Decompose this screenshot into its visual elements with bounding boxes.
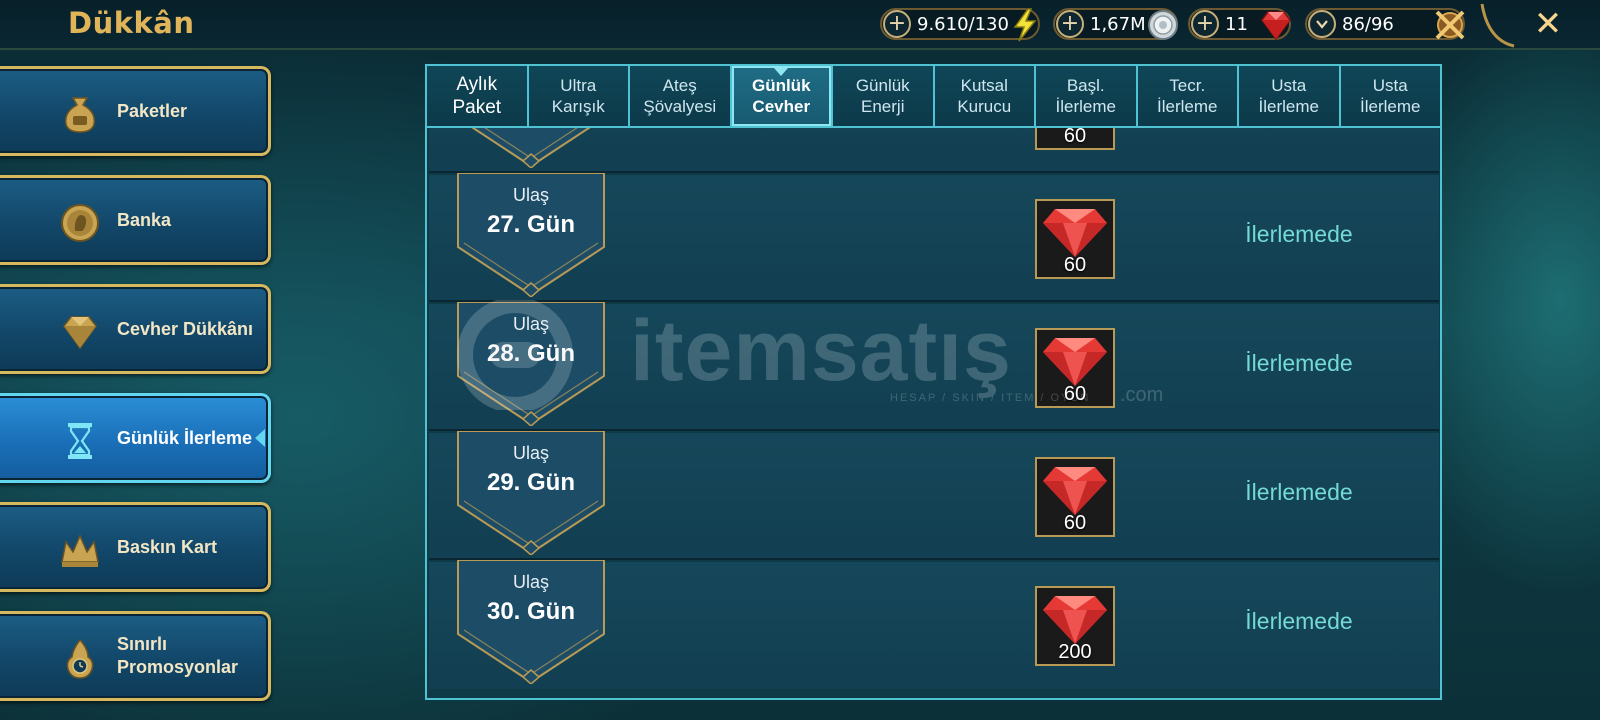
tab-kutsal-kurucu[interactable]: Kutsal Kurucu [934, 66, 1036, 128]
reward-amount: 60 [1063, 254, 1087, 276]
day-label: 27. Gün [486, 211, 576, 238]
silver-coin-icon [1144, 6, 1182, 44]
tab-gunluk-cevher[interactable]: Günlük Cevher [731, 66, 833, 128]
active-indicator-notch [255, 429, 265, 447]
reward-item[interactable]: 60 [1035, 328, 1115, 408]
day-label: 28. Gün [486, 340, 576, 367]
status-label: İlerlemede [1245, 479, 1353, 505]
tab-gunluk-enerji[interactable]: Günlük Enerji [833, 66, 935, 128]
add-silver-button[interactable]: + [1056, 10, 1084, 38]
daily-gem-panel: Aylık Paket Ultra Karışık Ateş Şövalyesi… [425, 64, 1442, 700]
reward-item[interactable]: 60 [1035, 128, 1115, 150]
reward-row: Ulaş 28. Gün 60 İlerlemede [429, 302, 1439, 431]
day-badge: Ulaş 29. Gün [456, 431, 606, 555]
active-tab-marker [774, 68, 789, 76]
sidebar-item-label: Cevher Dükkânı [117, 318, 254, 339]
reward-row-partial: 60 [429, 128, 1439, 173]
tab-basl-ilerleme[interactable]: Başl. İlerleme [1036, 66, 1138, 128]
crown-icon [61, 534, 99, 567]
reward-list[interactable]: 60 Ulaş 27. Gün 60 İlerlemede Ulaş 28. G… [429, 128, 1439, 698]
silver-value: 1,67M [1090, 13, 1146, 35]
day-badge: Ulaş 30. Gün [456, 560, 606, 684]
sidebar-item-sinirli-promosyonlar[interactable]: Sınırlı Promosyonlar [0, 611, 271, 701]
silver-counter: + 1,67M [1053, 8, 1178, 40]
add-gems-button[interactable]: + [1191, 10, 1219, 38]
close-icon: ✕ [1533, 4, 1563, 44]
gems-counter: + 11 [1188, 8, 1291, 41]
energy-value: 9.610/130 [917, 13, 1009, 35]
gem-shop-icon [63, 316, 97, 350]
sidebar-item-label: Günlük İlerleme [117, 427, 253, 448]
reach-label: Ulaş [512, 185, 549, 205]
reward-item[interactable]: 60 [1035, 199, 1115, 279]
reward-amount: 200 [1058, 641, 1092, 663]
page-title: Dükkân [68, 6, 195, 40]
status-label: İlerlemede [1245, 608, 1353, 634]
day-label: 30. Gün [486, 598, 576, 625]
crossed-swords-icon [1431, 6, 1469, 44]
sidebar-item-label: Baskın Kart [117, 536, 218, 557]
reach-label: Ulaş [512, 443, 549, 463]
tab-usta-ilerleme[interactable]: Usta İlerleme [1239, 66, 1341, 128]
sidebar-item-gunluk-ilerleme[interactable]: Günlük İlerleme [0, 393, 271, 483]
arena-token-counter: 86/96 [1305, 8, 1465, 40]
sidebar-item-baskin-kart[interactable]: Baskın Kart [0, 502, 271, 592]
tab-aylik-paket[interactable]: Aylık Paket [427, 66, 529, 128]
add-energy-button[interactable]: + [883, 10, 911, 38]
energy-counter: + 9.610/130 [880, 8, 1040, 42]
reward-item[interactable]: 200 [1035, 586, 1115, 666]
reward-item[interactable]: 60 [1035, 457, 1115, 537]
lightning-icon [1006, 6, 1044, 44]
reward-row: Ulaş 27. Gün 60 İlerlemede [429, 173, 1439, 302]
reward-row: Ulaş 29. Gün 60 İlerlemede [429, 431, 1439, 560]
ruby-icon [1257, 6, 1295, 44]
close-button[interactable]: ✕ [1530, 6, 1566, 42]
reward-amount: 60 [1063, 383, 1087, 405]
coin-face-icon [61, 204, 99, 242]
tab-ultra-karisik[interactable]: Ultra Karışık [528, 66, 630, 128]
tab-ates-sovalyesi[interactable]: Ateş Şövalyesi [630, 66, 732, 128]
top-bar: Dükkân + 9.610/130 + 1,67M + 11 86/96 ✕ [0, 0, 1600, 50]
expand-arena-tokens-button[interactable] [1308, 10, 1336, 38]
sidebar-item-paketler[interactable]: Paketler [0, 66, 271, 156]
divider-arc-ornament [1480, 3, 1515, 48]
gems-value: 11 [1225, 13, 1248, 35]
flame-timer-icon [66, 638, 94, 679]
day-badge [456, 128, 606, 168]
sidebar-item-label: Sınırlı Promosyonlar [117, 634, 239, 677]
day-badge: Ulaş 27. Gün [456, 173, 606, 297]
tab-tecr-ilerleme[interactable]: Tecr. İlerleme [1137, 66, 1239, 128]
sidebar-item-label: Banka [117, 209, 172, 230]
reward-amount: 60 [1063, 512, 1087, 534]
hourglass-icon [68, 423, 92, 459]
status-label: İlerlemede [1245, 221, 1353, 247]
reach-label: Ulaş [512, 572, 549, 592]
tab-usta-ilerleme-2[interactable]: Usta İlerleme [1340, 66, 1440, 128]
day-badge: Ulaş 28. Gün [456, 302, 606, 426]
chevron-down-icon [1316, 20, 1328, 29]
sidebar-item-banka[interactable]: Banka [0, 175, 271, 265]
money-bag-icon [64, 97, 96, 133]
reward-amount: 60 [1063, 128, 1087, 147]
reach-label: Ulaş [512, 314, 549, 334]
reward-row: Ulaş 30. Gün 200 İlerlemede [429, 560, 1439, 689]
sidebar-item-cevher-dukkani[interactable]: Cevher Dükkânı [0, 284, 271, 374]
arena-token-value: 86/96 [1342, 13, 1394, 35]
status-label: İlerlemede [1245, 350, 1353, 376]
day-label: 29. Gün [486, 469, 576, 496]
tab-label: Günlük Cevher [751, 76, 811, 116]
tab-bar: Aylık Paket Ultra Karışık Ateş Şövalyesi… [427, 66, 1440, 128]
sidebar-item-label: Paketler [117, 100, 188, 121]
